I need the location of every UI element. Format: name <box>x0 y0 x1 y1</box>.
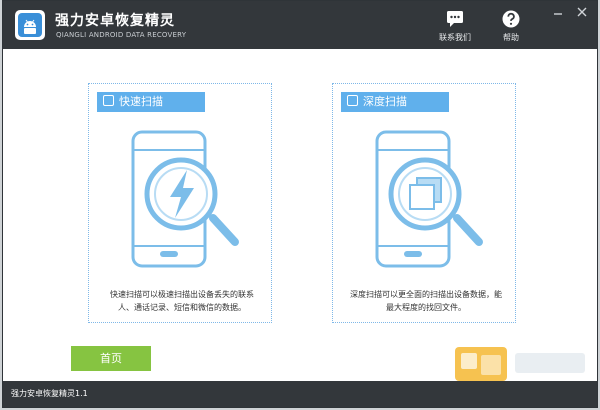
quick-scan-title: 快速扫描 <box>119 95 163 108</box>
quick-scan-tab: 快速扫描 <box>97 92 205 112</box>
quick-scan-illustration <box>115 124 245 274</box>
deep-scan-card[interactable]: 深度扫描 深度扫描可以更全面的扫描出设备数据，能最大程度的找回文件。 <box>332 83 516 323</box>
help-label: 帮助 <box>503 33 519 42</box>
close-button[interactable] <box>575 6 589 18</box>
minimize-button[interactable] <box>551 6 565 18</box>
title-bar: 强力安卓恢复精灵 QIANGLI ANDROID DATA RECOVERY 联… <box>3 1 597 49</box>
home-button[interactable]: 首页 <box>71 346 151 371</box>
minimize-icon <box>554 13 562 15</box>
quick-scan-card[interactable]: 快速扫描 快速扫描可以极速扫描出设备丢失的联系人、通话记录、短信和微信的数据。 <box>88 83 272 323</box>
contact-us-button[interactable]: 联系我们 <box>433 9 477 45</box>
app-subtitle: QIANGLI ANDROID DATA RECOVERY <box>56 31 187 39</box>
watermark-logo <box>455 345 591 385</box>
help-button[interactable]: 帮助 <box>489 9 533 45</box>
version-text: 强力安卓恢复精灵1.1 <box>11 389 88 398</box>
contact-us-label: 联系我们 <box>439 33 471 42</box>
deep-scan-illustration <box>359 124 489 274</box>
deep-scan-tab: 深度扫描 <box>341 92 449 112</box>
chat-bubble-icon <box>433 9 477 29</box>
scan-frame-icon <box>103 95 114 106</box>
deep-scan-title: 深度扫描 <box>363 95 407 108</box>
status-bar: 强力安卓恢复精灵1.1 <box>3 381 597 407</box>
question-icon <box>489 9 533 29</box>
app-title: 强力安卓恢复精灵 <box>55 13 175 29</box>
deep-scan-description: 深度扫描可以更全面的扫描出设备数据，能最大程度的找回文件。 <box>350 290 502 312</box>
android-logo-icon <box>15 10 45 40</box>
app-window: 强力安卓恢复精灵 QIANGLI ANDROID DATA RECOVERY 联… <box>2 0 598 408</box>
close-icon <box>577 7 587 17</box>
scan-frame-icon <box>347 95 358 106</box>
quick-scan-description: 快速扫描可以极速扫描出设备丢失的联系人、通话记录、短信和微信的数据。 <box>110 290 254 312</box>
